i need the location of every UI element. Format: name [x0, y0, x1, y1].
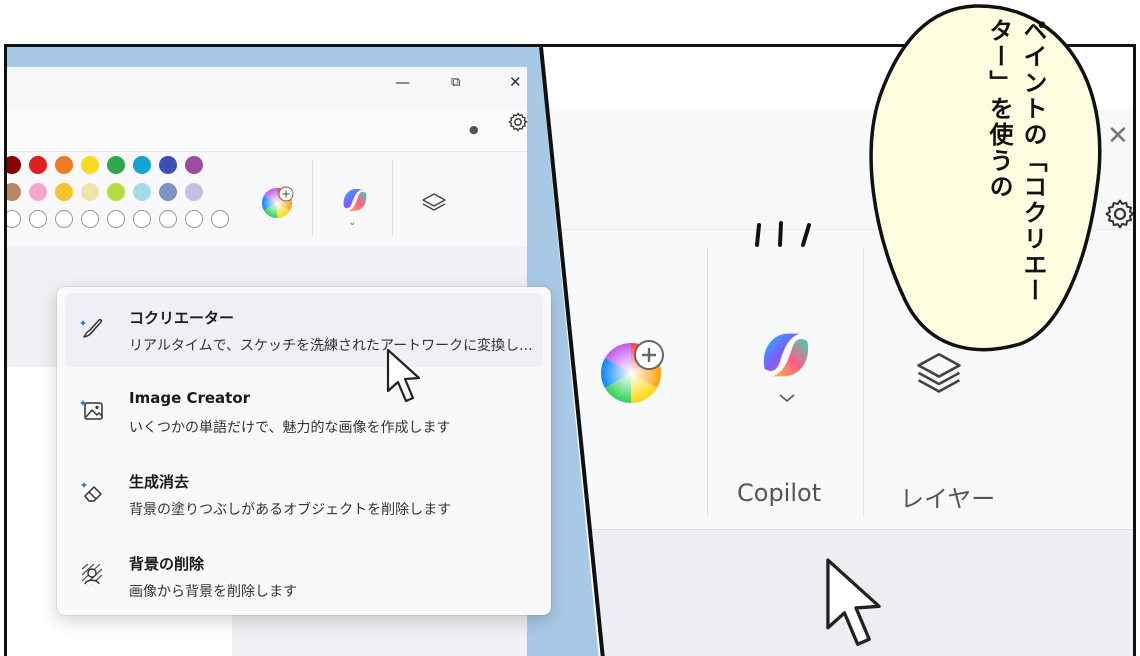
speech-bubble-text: ペイントの「コクリエーター」を使うの [985, 18, 1047, 304]
